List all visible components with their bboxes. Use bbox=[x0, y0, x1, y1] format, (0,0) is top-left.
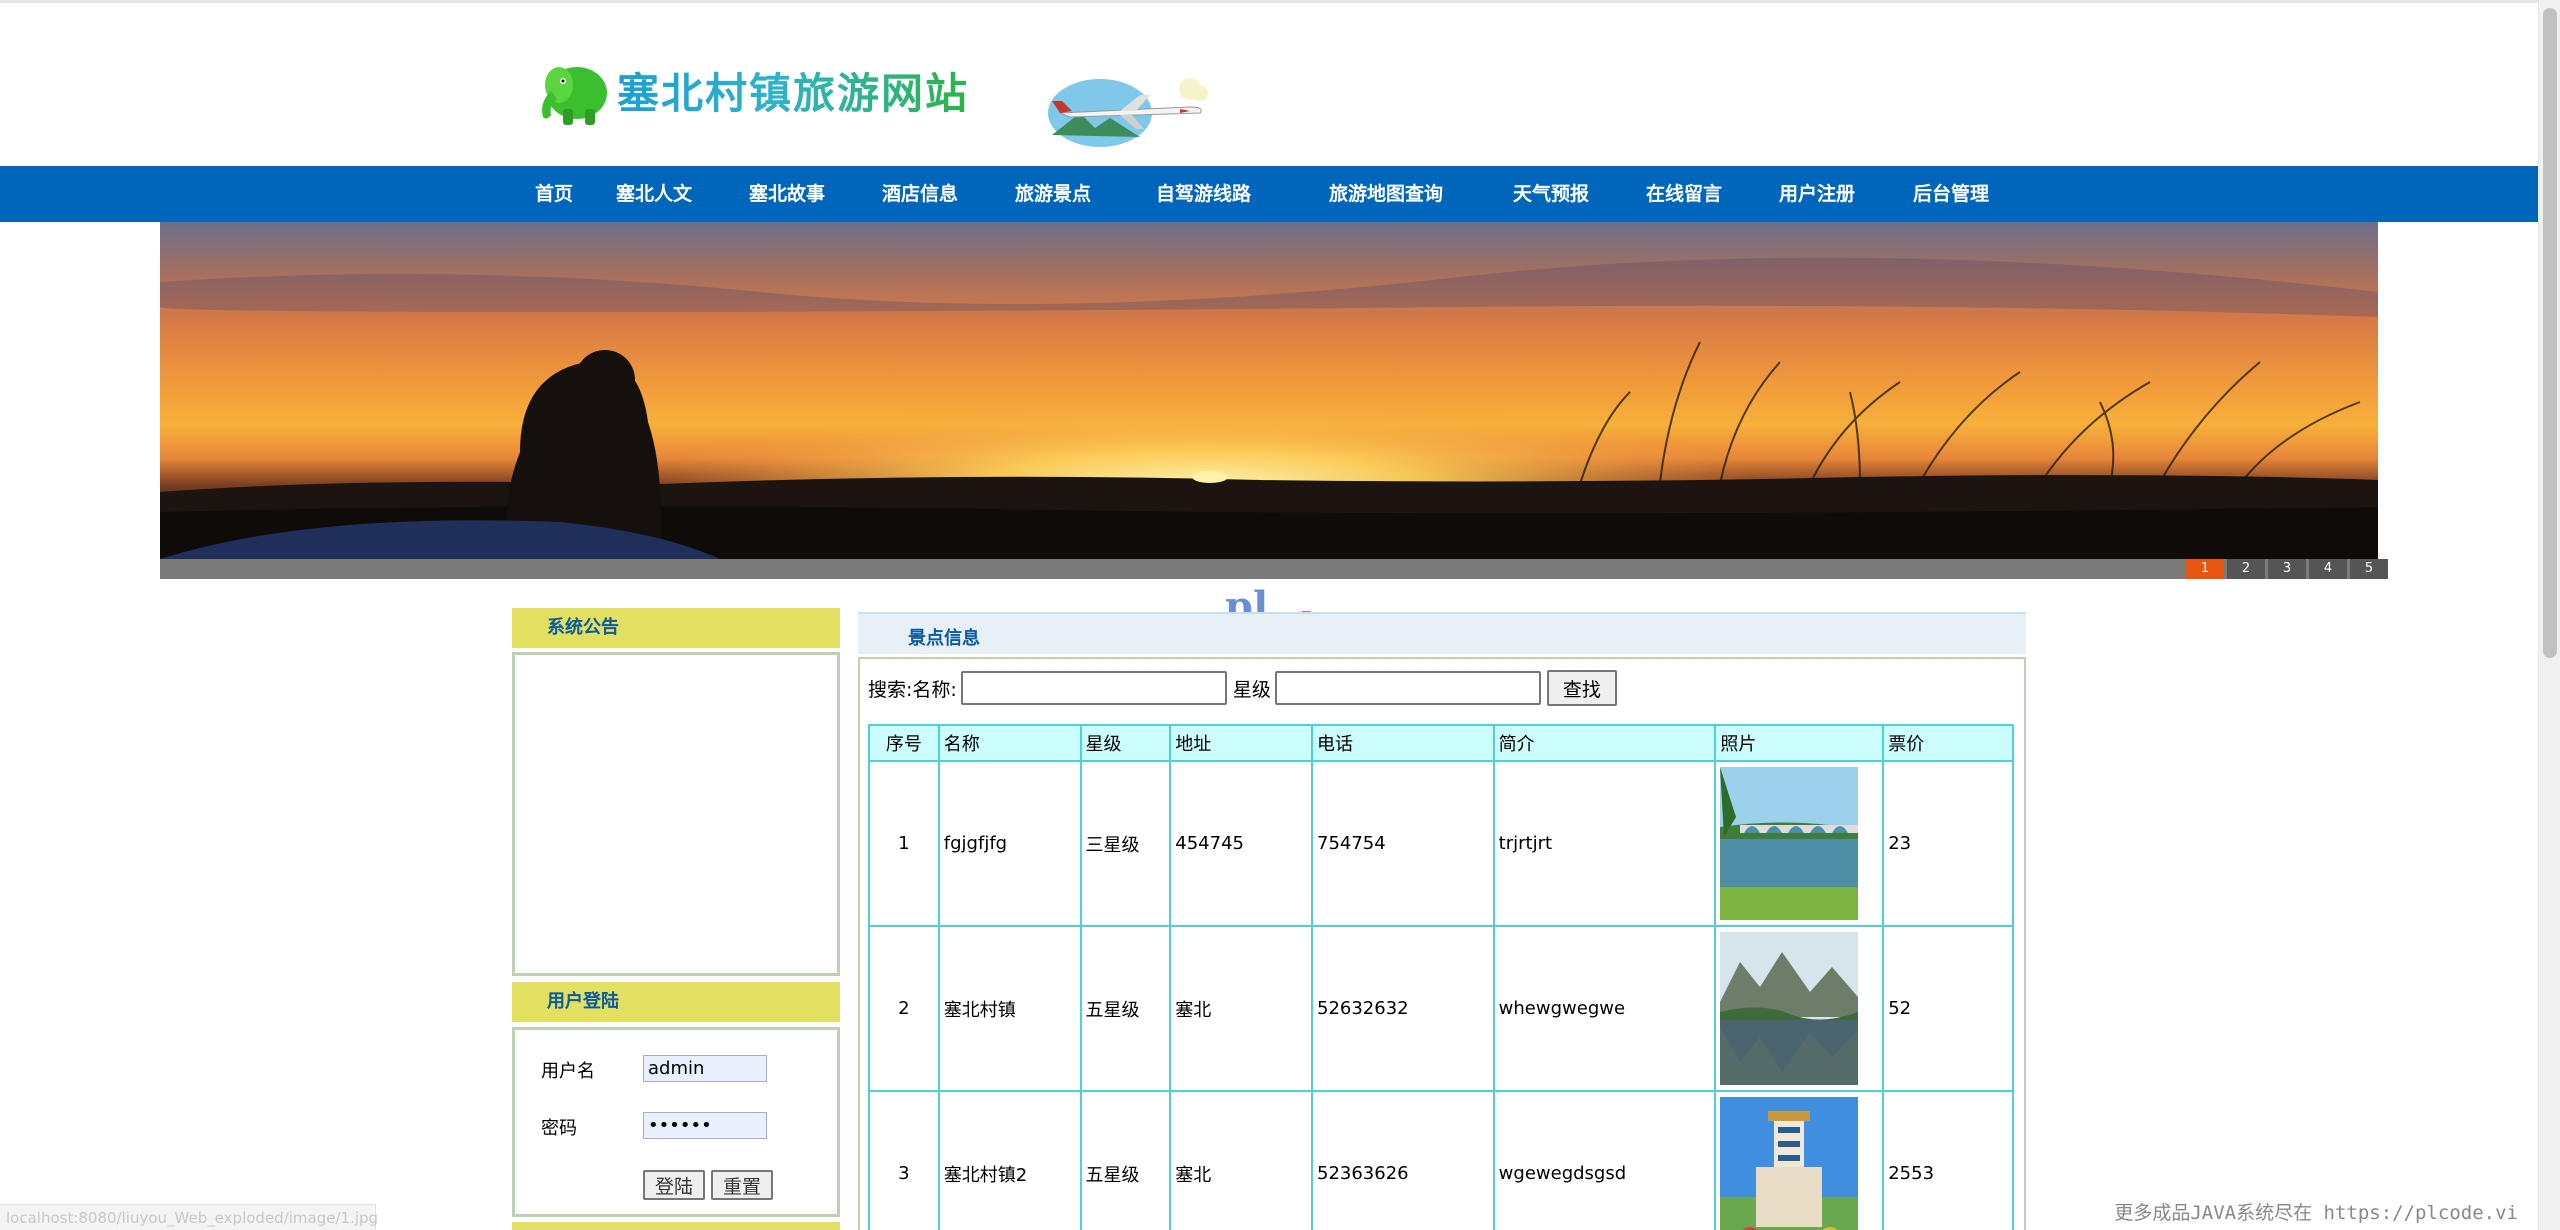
footer-watermark-text: 更多成品JAVA系统尽在 https://plcode.vi bbox=[2114, 1202, 2518, 1224]
table-header-row: 序号 名称 星级 地址 电话 简介 照片 票价 bbox=[868, 724, 2014, 762]
column-header: 照片 bbox=[1714, 724, 1885, 762]
table-cell-star: 三星级 bbox=[1079, 760, 1172, 927]
password-label: 密码 bbox=[541, 1118, 577, 1139]
table-cell-intro: wgewegdsgsd bbox=[1492, 1090, 1717, 1230]
table-cell-intro: whewgwegwe bbox=[1492, 925, 1717, 1092]
search-button[interactable]: 查找 bbox=[1546, 670, 1617, 706]
nav-item-3[interactable]: 酒店信息 bbox=[882, 166, 958, 222]
table-cell-star: 五星级 bbox=[1079, 1090, 1172, 1230]
notice-panel-title: 系统公告 bbox=[512, 608, 840, 648]
table-cell-name: 塞北村镇 bbox=[937, 925, 1082, 1092]
column-header: 票价 bbox=[1882, 724, 2014, 762]
banner-pager: 12345 bbox=[2183, 559, 2388, 579]
site-logo[interactable]: 塞北村镇旅游网站 bbox=[533, 48, 969, 133]
table-cell-price: 52 bbox=[1882, 925, 2014, 1092]
banner-page-1[interactable]: 1 bbox=[2186, 559, 2224, 579]
main-nav: 首页 塞北人文 塞北故事 酒店信息 旅游景点 自驾游线路 旅游地图查询 天气预报 在线留言 用户注… bbox=[0, 166, 2538, 222]
table-row: 2 塞北村镇 五星级 塞北 52632632 whewgwegwe 52 bbox=[868, 925, 2014, 1092]
password-input[interactable] bbox=[643, 1112, 767, 1139]
lake-mountain-photo-image[interactable] bbox=[1720, 932, 1859, 1085]
bridge-photo[interactable] bbox=[1714, 760, 1885, 927]
table-cell-intro: trjrtjrt bbox=[1492, 760, 1717, 927]
table-cell-price: 2553 bbox=[1882, 1090, 2014, 1230]
login-button[interactable]: 登陆 bbox=[643, 1170, 705, 1200]
tower-photo[interactable] bbox=[1714, 1090, 1885, 1230]
column-header: 电话 bbox=[1311, 724, 1495, 762]
column-header: 名称 bbox=[937, 724, 1082, 762]
table-cell-star: 五星级 bbox=[1079, 925, 1172, 1092]
lake-mountain-photo[interactable] bbox=[1714, 925, 1885, 1092]
nav-item-1[interactable]: 塞北人文 bbox=[616, 166, 692, 222]
table-cell-name: fgjgfjfg bbox=[937, 760, 1082, 927]
table-cell-address: 454745 bbox=[1169, 760, 1313, 927]
table-cell-name: 塞北村镇2 bbox=[937, 1090, 1082, 1230]
nav-item-2[interactable]: 塞北故事 bbox=[749, 166, 825, 222]
scenic-spot-table: 序号 名称 星级 地址 电话 简介 照片 票价 1 fgjgfjfg 三星级 454745 75475… bbox=[868, 724, 2014, 1230]
table-cell-no: 1 bbox=[868, 760, 940, 927]
airplane-illustration-icon bbox=[1048, 78, 1208, 147]
banner-slideshow[interactable] bbox=[160, 222, 2378, 559]
nav-item-7[interactable]: 天气预报 bbox=[1513, 166, 1589, 222]
site-header: 塞北村镇旅游网站 bbox=[0, 0, 2538, 166]
username-input[interactable] bbox=[643, 1055, 767, 1082]
elephant-logo-icon bbox=[542, 66, 607, 125]
banner-pager-bar bbox=[160, 559, 2378, 579]
table-cell-no: 3 bbox=[868, 1090, 940, 1230]
table-cell-phone: 52363626 bbox=[1311, 1090, 1495, 1230]
login-panel-title: 用户登陆 bbox=[512, 982, 840, 1022]
column-header: 序号 bbox=[868, 724, 940, 762]
bridge-photo-image[interactable] bbox=[1720, 767, 1859, 920]
tower-photo-image[interactable] bbox=[1720, 1097, 1859, 1230]
nav-item-4[interactable]: 旅游景点 bbox=[1015, 166, 1091, 222]
banner-page-4[interactable]: 4 bbox=[2309, 559, 2347, 579]
column-header: 地址 bbox=[1169, 724, 1313, 762]
nav-item-5[interactable]: 自驾游线路 bbox=[1156, 166, 1251, 222]
nav-item-10[interactable]: 后台管理 bbox=[1913, 166, 1989, 222]
search-name-input[interactable] bbox=[960, 671, 1227, 705]
banner-page-3[interactable]: 3 bbox=[2268, 559, 2306, 579]
site-title: 塞北村镇旅游网站 bbox=[617, 60, 969, 121]
scenic-spot-header: 景点信息 bbox=[858, 612, 2026, 654]
column-header: 星级 bbox=[1079, 724, 1172, 762]
notice-panel bbox=[512, 652, 840, 976]
nav-item-6[interactable]: 旅游地图查询 bbox=[1329, 166, 1443, 222]
table-row: 1 fgjgfjfg 三星级 454745 754754 trjrtjrt 23 bbox=[868, 760, 2014, 927]
table-cell-phone: 754754 bbox=[1311, 760, 1495, 927]
page-scrollbar[interactable] bbox=[2538, 0, 2560, 1230]
nav-item-9[interactable]: 用户注册 bbox=[1779, 166, 1855, 222]
nav-item-0[interactable]: 首页 bbox=[535, 166, 573, 222]
scenic-spot-title: 景点信息 bbox=[908, 628, 980, 649]
search-bar: 搜索:名称: 星级 查找 bbox=[868, 670, 1617, 706]
nav-item-8[interactable]: 在线留言 bbox=[1646, 166, 1722, 222]
sidebar-next-panel-edge bbox=[512, 1222, 840, 1230]
search-star-input[interactable] bbox=[1274, 671, 1541, 705]
banner-page-5[interactable]: 5 bbox=[2350, 559, 2388, 579]
table-cell-address: 塞北 bbox=[1169, 925, 1313, 1092]
table-row: 3 塞北村镇2 五星级 塞北 52363626 wgewegdsgsd 2553 bbox=[868, 1090, 2014, 1230]
username-label: 用户名 bbox=[541, 1061, 595, 1082]
table-cell-address: 塞北 bbox=[1169, 1090, 1313, 1230]
table-cell-phone: 52632632 bbox=[1311, 925, 1495, 1092]
reset-button[interactable]: 重置 bbox=[711, 1170, 773, 1200]
table-cell-no: 2 bbox=[868, 925, 940, 1092]
search-star-label: 星级 bbox=[1232, 678, 1271, 701]
sunset-banner-image bbox=[160, 222, 2378, 559]
search-name-label: 搜索:名称: bbox=[868, 678, 957, 701]
column-header: 简介 bbox=[1492, 724, 1717, 762]
banner-page-2[interactable]: 2 bbox=[2227, 559, 2265, 579]
login-panel: 用户名 密码 登陆 重置 bbox=[512, 1027, 840, 1217]
table-cell-price: 23 bbox=[1882, 760, 2014, 927]
scrollbar-thumb[interactable] bbox=[2543, 8, 2557, 658]
status-bar-url: localhost:8080/liuyou_Web_exploded/image… bbox=[0, 1204, 378, 1230]
